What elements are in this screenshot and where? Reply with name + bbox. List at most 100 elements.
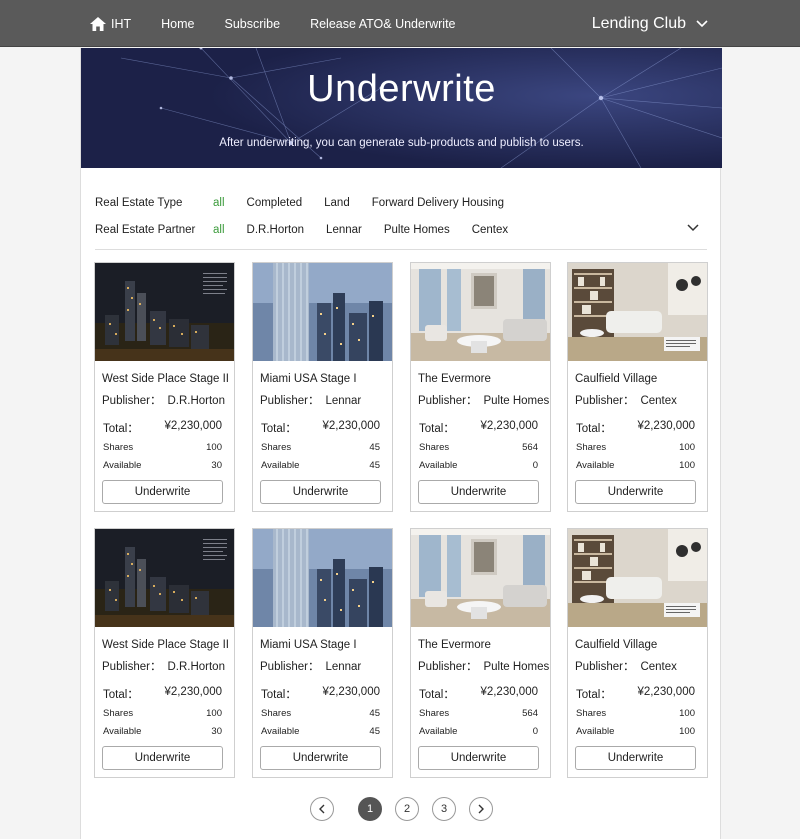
publisher-label: Publisher：	[575, 661, 635, 673]
property-photo	[411, 529, 550, 627]
next-page-button[interactable]	[469, 797, 493, 821]
expand-filters-button[interactable]	[687, 223, 699, 235]
publisher-name: Pulte Homes	[483, 395, 550, 407]
filter-type-all[interactable]: all	[213, 197, 225, 209]
filter-partner-pulte[interactable]: Pulte Homes	[384, 224, 450, 236]
page-title: Underwrite	[307, 68, 496, 110]
prev-page-button[interactable]	[310, 797, 334, 821]
shares-label: Shares	[261, 708, 292, 719]
available-label: Available	[261, 460, 300, 471]
underwrite-button[interactable]: Underwrite	[575, 746, 696, 770]
underwrite-button[interactable]: Underwrite	[418, 746, 539, 770]
publisher-label: Publisher：	[260, 395, 320, 407]
shares-label: Shares	[103, 708, 134, 719]
nav-home[interactable]: Home	[161, 17, 194, 31]
page-2-button[interactable]: 2	[395, 797, 419, 821]
available-value: 45	[369, 460, 380, 471]
chevron-left-icon	[319, 804, 325, 814]
chevron-down-icon	[687, 224, 699, 232]
underwrite-button[interactable]: Underwrite	[260, 480, 381, 504]
available-value: 30	[211, 460, 222, 471]
total-label: Total：	[103, 423, 139, 435]
total-value: ¥2,230,000	[164, 420, 222, 432]
total-label: Total：	[576, 689, 612, 701]
available-label: Available	[103, 726, 142, 737]
home-icon	[90, 16, 106, 31]
shares-label: Shares	[576, 442, 607, 453]
publisher-line: Publisher： D.R.Horton	[102, 658, 225, 674]
nav-home-icon-link[interactable]: IHT	[90, 16, 131, 31]
underwrite-button[interactable]: Underwrite	[102, 480, 223, 504]
total-row: Total： ¥2,230,000	[261, 686, 380, 702]
property-photo	[568, 529, 707, 627]
pagination: 1 2 3	[310, 797, 493, 821]
publisher-name: Lennar	[325, 395, 362, 407]
publisher-line: Publisher： Pulte Homes	[418, 392, 549, 408]
property-photo	[95, 263, 234, 361]
product-card: Miami USA Stage I Publisher： Lennar Total： ¥…	[252, 528, 393, 778]
shares-value: 45	[369, 442, 380, 453]
filter-partner-drhorton[interactable]: D.R.Horton	[247, 224, 305, 236]
available-value: 100	[679, 460, 695, 471]
available-row: Available 100	[576, 726, 695, 737]
chevron-down-icon	[696, 19, 708, 27]
total-value: ¥2,230,000	[322, 420, 380, 432]
publisher-label: Publisher：	[102, 395, 162, 407]
available-value: 45	[369, 726, 380, 737]
total-label: Total：	[419, 423, 455, 435]
nav-release-ato-underwrite[interactable]: Release ATO& Underwrite	[310, 17, 455, 31]
available-row: Available 0	[419, 460, 538, 471]
shares-label: Shares	[576, 708, 607, 719]
shares-label: Shares	[103, 442, 134, 453]
available-label: Available	[576, 460, 615, 471]
total-value: ¥2,230,000	[637, 686, 695, 698]
main-panel: Underwrite After underwriting, you can g…	[80, 48, 722, 839]
property-photo	[568, 263, 707, 361]
shares-row: Shares 45	[261, 442, 380, 453]
property-name: Miami USA Stage I	[260, 373, 357, 385]
shares-value: 100	[206, 442, 222, 453]
available-label: Available	[576, 726, 615, 737]
total-row: Total： ¥2,230,000	[103, 420, 222, 436]
filter-panel: Real Estate Type all Completed Land Forw…	[95, 189, 707, 243]
shares-row: Shares 100	[576, 708, 695, 719]
nav-subscribe[interactable]: Subscribe	[224, 17, 280, 31]
filter-type-land[interactable]: Land	[324, 197, 350, 209]
available-row: Available 30	[103, 460, 222, 471]
publisher-name: D.R.Horton	[167, 661, 225, 673]
publisher-label: Publisher：	[418, 661, 478, 673]
total-label: Total：	[576, 423, 612, 435]
shares-row: Shares 45	[261, 708, 380, 719]
filter-partner-lennar[interactable]: Lennar	[326, 224, 362, 236]
shares-value: 564	[522, 708, 538, 719]
available-row: Available 0	[419, 726, 538, 737]
chevron-right-icon	[478, 804, 484, 814]
underwrite-button[interactable]: Underwrite	[418, 480, 539, 504]
account-menu[interactable]: Lending Club	[592, 0, 708, 47]
page-3-button[interactable]: 3	[432, 797, 456, 821]
publisher-line: Publisher： Pulte Homes	[418, 658, 549, 674]
page-1-button[interactable]: 1	[358, 797, 382, 821]
underwrite-button[interactable]: Underwrite	[102, 746, 223, 770]
total-label: Total：	[419, 689, 455, 701]
filter-partner-centex[interactable]: Centex	[472, 224, 508, 236]
publisher-line: Publisher： Centex	[575, 658, 677, 674]
total-row: Total： ¥2,230,000	[419, 420, 538, 436]
product-card: The Evermore Publisher： Pulte Homes Total： ¥…	[410, 262, 551, 512]
underwrite-button[interactable]: Underwrite	[260, 746, 381, 770]
publisher-line: Publisher： Lennar	[260, 392, 361, 408]
total-row: Total： ¥2,230,000	[576, 420, 695, 436]
property-name: The Evermore	[418, 373, 491, 385]
underwrite-button[interactable]: Underwrite	[575, 480, 696, 504]
page-subtitle: After underwriting, you can generate sub…	[219, 137, 584, 149]
publisher-label: Publisher：	[418, 395, 478, 407]
product-card: Caulfield Village Publisher： Centex Total： ¥…	[567, 262, 708, 512]
property-photo	[411, 263, 550, 361]
shares-label: Shares	[419, 708, 450, 719]
filter-partner-all[interactable]: all	[213, 224, 225, 236]
property-photo	[253, 263, 392, 361]
publisher-label: Publisher：	[575, 395, 635, 407]
filter-type-forward-delivery[interactable]: Forward Delivery Housing	[372, 197, 504, 209]
total-row: Total： ¥2,230,000	[576, 686, 695, 702]
filter-type-completed[interactable]: Completed	[247, 197, 303, 209]
